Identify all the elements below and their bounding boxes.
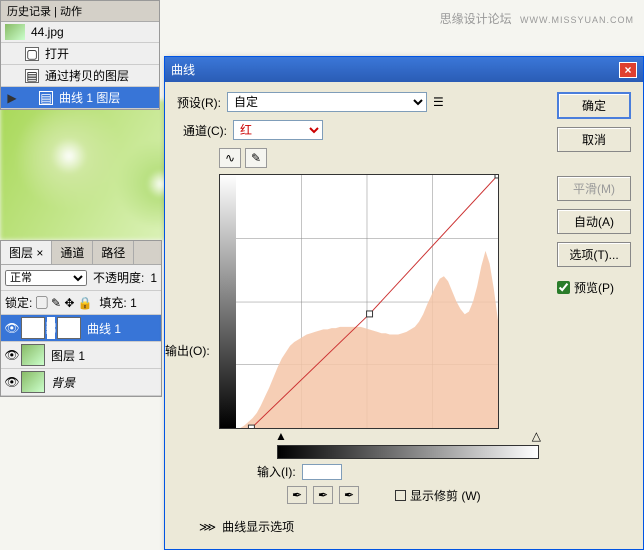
close-button[interactable]: ×	[619, 62, 637, 78]
layer-name: 曲线 1	[87, 320, 121, 337]
layer-name: 图层 1	[51, 347, 85, 364]
open-icon: ▢	[25, 47, 39, 61]
layer-thumb	[21, 344, 45, 366]
layer-row[interactable]: 👁 ◐ ⛓ 曲线 1	[1, 315, 161, 342]
layers-panel: 图层 × 通道 路径 正常 不透明度: 1 锁定: ▢ ✎ ✥ 🔒 填充: 1 …	[0, 240, 162, 397]
chevron-right-icon: ⋙	[199, 520, 216, 534]
channel-select[interactable]: 红	[233, 120, 323, 140]
layer-row[interactable]: 👁 背景	[1, 369, 161, 396]
fill-value[interactable]: 1	[130, 296, 137, 310]
preview-label: 预览(P)	[574, 279, 614, 296]
history-file: 44.jpg	[31, 25, 64, 39]
input-label: 输入(I):	[257, 463, 296, 480]
ok-button[interactable]: 确定	[557, 92, 631, 119]
history-thumb	[5, 24, 25, 40]
history-label: 打开	[45, 45, 155, 62]
slider-white-icon[interactable]: △	[532, 429, 541, 443]
watermark-main: 思缘设计论坛	[440, 12, 512, 26]
layer-name: 背景	[51, 374, 75, 391]
adjustment-thumb: ◐	[21, 317, 45, 339]
layer-thumb	[21, 371, 45, 393]
tab-layers[interactable]: 图层 ×	[1, 241, 52, 264]
tab-channels[interactable]: 通道	[52, 241, 93, 264]
preview-check-input[interactable]	[557, 281, 570, 294]
input-value-field[interactable]	[302, 464, 342, 480]
visibility-icon[interactable]: 👁	[3, 348, 21, 362]
dialog-title: 曲线	[171, 61, 195, 78]
smooth-button: 平滑(M)	[557, 176, 631, 201]
curves-chart[interactable]: ▲△	[219, 174, 519, 459]
preset-select[interactable]: 自定	[227, 92, 427, 112]
pencil-tool-button[interactable]: ✎	[245, 148, 267, 168]
blend-mode-select[interactable]: 正常	[5, 270, 87, 286]
slider-black-icon[interactable]: ▲	[275, 429, 287, 443]
visibility-icon[interactable]: 👁	[3, 375, 21, 389]
white-eyedropper-icon[interactable]: ✒	[339, 486, 359, 504]
lock-icons[interactable]: ▢ ✎ ✥ 🔒	[36, 296, 96, 310]
history-item[interactable]: ▤ 通过拷贝的图层	[1, 65, 159, 87]
curve-tool-button[interactable]: ∿	[219, 148, 241, 168]
input-gradient	[277, 445, 539, 459]
channel-label: 通道(C):	[183, 122, 227, 139]
history-item[interactable]: ▶ ▤ 曲线 1 图层	[1, 87, 159, 109]
clip-label: 显示修剪 (W)	[410, 487, 481, 504]
fill-label: 填充:	[99, 296, 126, 310]
output-gradient	[220, 175, 236, 428]
mask-thumb	[57, 317, 81, 339]
preset-menu-icon[interactable]: ☰	[433, 95, 444, 109]
clip-checkbox[interactable]: 显示修剪 (W)	[395, 487, 481, 504]
history-header[interactable]: 历史记录 | 动作	[1, 1, 159, 22]
display-options-toggle[interactable]: ⋙ 曲线显示选项	[199, 518, 631, 535]
curves-dialog: 曲线 × 预设(R): 自定 ☰ 通道(C): 红 ∿ ✎ 输出(O):	[164, 56, 644, 550]
history-label: 曲线 1 图层	[59, 89, 155, 106]
preset-label: 预设(R):	[177, 94, 221, 111]
watermark-url: WWW.MISSYUAN.COM	[520, 15, 634, 25]
layer-copy-icon: ▤	[25, 69, 39, 83]
history-panel: 历史记录 | 动作 44.jpg ▢ 打开 ▤ 通过拷贝的图层 ▶ ▤ 曲线 1…	[0, 0, 160, 110]
opacity-label: 不透明度:	[93, 269, 144, 286]
opacity-value[interactable]: 1	[150, 271, 157, 285]
visibility-icon[interactable]: 👁	[3, 321, 21, 335]
black-eyedropper-icon[interactable]: ✒	[287, 486, 307, 504]
output-label: 输出(O):	[165, 342, 210, 359]
titlebar[interactable]: 曲线 ×	[165, 57, 643, 82]
history-cursor-icon: ▶	[5, 91, 19, 105]
history-file-row[interactable]: 44.jpg	[1, 22, 159, 43]
options-button[interactable]: 选项(T)...	[557, 242, 631, 267]
tab-paths[interactable]: 路径	[93, 241, 134, 264]
display-options-label: 曲线显示选项	[222, 518, 294, 535]
gray-eyedropper-icon[interactable]: ✒	[313, 486, 333, 504]
lock-label: 锁定:	[5, 296, 32, 310]
preview-checkbox[interactable]: 预览(P)	[557, 279, 631, 296]
history-label: 通过拷贝的图层	[45, 67, 155, 84]
curves-layer-icon: ▤	[39, 91, 53, 105]
auto-button[interactable]: 自动(A)	[557, 209, 631, 234]
mask-link-icon: ⛓	[47, 317, 55, 339]
checkbox-icon	[395, 490, 406, 501]
cancel-button[interactable]: 取消	[557, 127, 631, 152]
history-item[interactable]: ▢ 打开	[1, 43, 159, 65]
layer-row[interactable]: 👁 图层 1	[1, 342, 161, 369]
curve-plot[interactable]	[236, 175, 498, 428]
